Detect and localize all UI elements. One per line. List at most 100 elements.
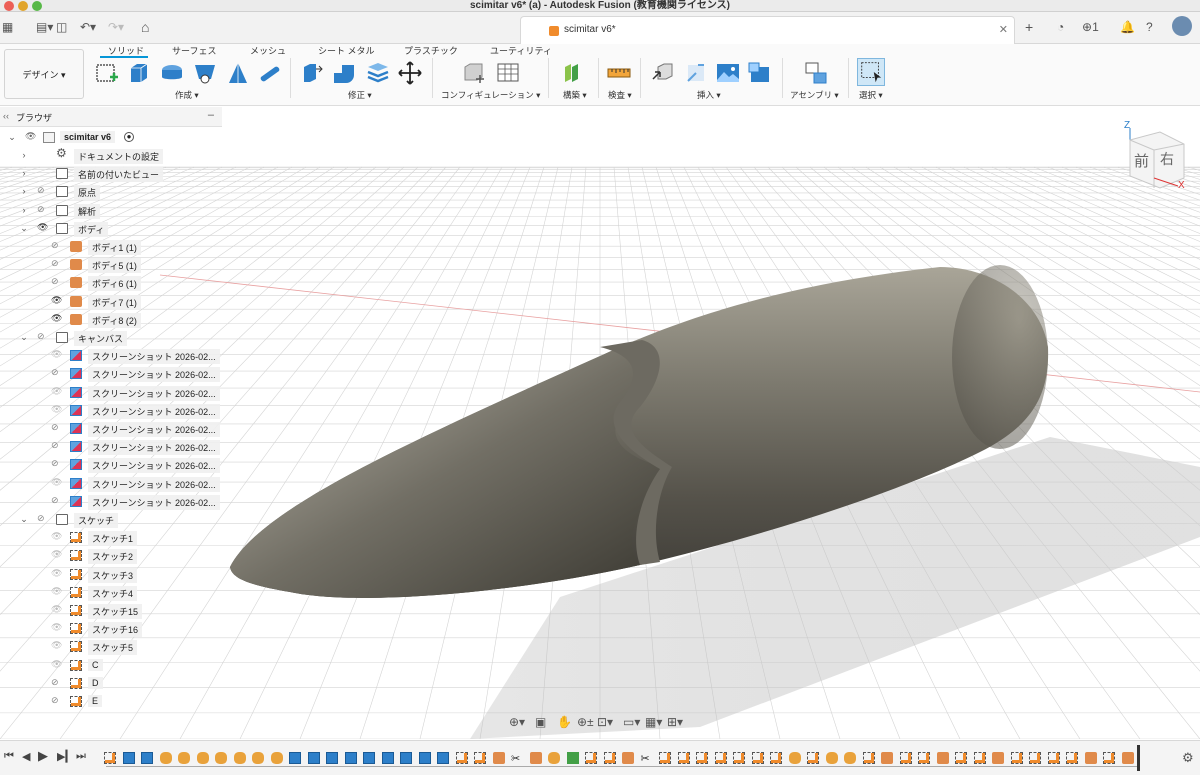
browser-row[interactable]: ⊘ スクリーンショット 2026-02... [0,493,222,510]
timeline-split-icon[interactable]: ✂ [511,752,523,765]
configuration-group-label[interactable]: コンフィギュレーション ▾ [441,89,540,101]
timeline-body-icon[interactable] [881,752,893,764]
fit-icon[interactable]: ⊡▾ [597,715,613,729]
visibility-off-icon[interactable]: ⊘ [37,513,45,524]
insert-decal-icon[interactable] [748,61,772,85]
timeline-sketch-icon[interactable] [899,752,912,764]
timeline-sketch-icon[interactable] [733,752,745,764]
create-sketch-icon[interactable] [95,61,119,85]
timeline-body-icon[interactable] [492,752,505,764]
timeline-sketch-icon[interactable] [1010,752,1023,764]
visibility-eye-icon[interactable]: 👁 [51,531,62,542]
browser-row[interactable]: ⊘ E [0,693,222,710]
timeline-sketch-icon[interactable] [770,752,782,764]
visibility-off-icon[interactable]: ⊘ [51,440,59,451]
browser-row[interactable]: ⌄ ⊘ スケッチ [0,511,222,528]
browser-row[interactable]: ⊘ スクリーンショット 2026-02... [0,420,222,437]
shell-icon[interactable] [366,61,390,85]
timeline-loft-icon[interactable] [844,752,856,764]
visibility-eye-icon[interactable]: 👁 [51,549,62,560]
visibility-eye-icon[interactable]: 👁 [51,477,62,488]
pan-icon[interactable]: ✋ [557,715,572,729]
timeline-loft-icon[interactable] [825,752,838,764]
home-icon[interactable]: ⌂ [141,20,149,34]
tab-plastic[interactable]: プラスチック [404,44,458,57]
browser-row[interactable]: ⊘ ボディ6 (1) [0,274,222,292]
browser-row[interactable]: 👁 スクリーンショット 2026-02... [0,402,222,419]
browser-row[interactable]: › 名前の付いたビュー [0,165,222,183]
chevron-down-icon[interactable]: ⌄ [20,514,28,525]
chevron-down-icon[interactable]: ⌄ [20,223,28,234]
timeline-body-icon[interactable] [1121,752,1134,764]
new-tab-icon[interactable]: + [1025,20,1033,34]
close-tab-icon[interactable]: ✕ [999,23,1008,36]
timeline-sketch-icon[interactable] [1029,752,1041,764]
timeline-loft-icon[interactable] [159,752,172,764]
timeline-loft-icon[interactable] [548,752,560,764]
select-group-label[interactable]: 選択 ▾ [859,89,883,101]
chevron-right-icon[interactable]: › [20,150,28,160]
visibility-eye-icon[interactable]: 👁 [51,295,62,306]
browser-row[interactable]: ⌄ ⊘ キャンバス [0,329,222,346]
document-tab[interactable]: scimitar v6* ✕ [520,16,1015,44]
timeline-canvas-icon[interactable] [122,752,135,764]
browser-row[interactable]: 👁 スクリーンショット 2026-02... [0,384,222,401]
chevron-right-icon[interactable]: › [20,168,28,178]
insert-mesh-icon[interactable] [684,61,708,85]
insert-group-label[interactable]: 挿入 ▾ [697,89,721,101]
timeline-loft-icon[interactable] [252,752,264,764]
visibility-off-icon[interactable]: ⊘ [51,495,59,506]
grid-settings-icon[interactable]: ▦▾ [645,715,662,729]
minimize-panel-icon[interactable]: – [208,109,214,121]
timeline-canvas-icon[interactable] [307,752,320,764]
app-grid-icon[interactable]: ▦ [2,20,13,34]
timeline-body-icon[interactable] [992,752,1004,764]
visibility-eye-icon[interactable]: 👁 [37,222,48,233]
browser-row[interactable]: 👁 スケッチ1 [0,529,222,547]
avatar[interactable] [1172,16,1192,36]
timeline-body-icon[interactable] [936,752,949,764]
timeline-body-icon[interactable] [622,752,634,764]
timeline-canvas-icon[interactable] [381,752,394,764]
timeline-sketch-icon[interactable] [955,752,967,764]
modify-group-label[interactable]: 修正 ▾ [348,89,372,101]
browser-row[interactable]: 👁 スケッチ15 [0,602,222,619]
timeline-sketch-icon[interactable] [585,752,597,764]
timeline-sketch-icon[interactable] [104,752,116,764]
timeline-sketch-icon[interactable] [807,752,819,764]
visibility-off-icon[interactable]: ⊘ [37,204,45,215]
tab-utility[interactable]: ユーティリティ [490,44,552,57]
visibility-eye-icon[interactable]: 👁 [51,404,62,415]
timeline-loft-icon[interactable] [178,752,190,764]
browser-row[interactable]: 👁 スクリーンショット 2026-02... [0,475,222,492]
timeline-sketch-icon[interactable] [1103,752,1115,764]
job-status-icon[interactable]: ◔ [1057,20,1064,34]
timeline-sketch-icon[interactable] [696,752,708,764]
browser-row[interactable]: 👁 スケッチ2 [0,547,222,565]
timeline-sketch-icon[interactable] [677,752,690,764]
timeline-loft-icon[interactable] [196,752,209,764]
visibility-eye-icon[interactable]: 👁 [51,568,62,579]
timeline-prev-icon[interactable]: ◀ [22,750,30,763]
browser-row[interactable]: 👁 スケッチ16 [0,620,222,638]
browser-row[interactable]: 👁 ボディ7 (1) [0,293,222,310]
timeline-loft-icon[interactable] [788,752,801,764]
browser-row[interactable]: ⊘ D [0,675,222,692]
tab-surface[interactable]: サーフェス [172,44,216,57]
tab-mesh[interactable]: メッシュ [250,44,286,57]
chevron-down-icon[interactable]: ⌄ [8,132,16,143]
browser-row[interactable]: ⊘ スクリーンショット 2026-02... [0,438,222,456]
move-icon[interactable] [398,61,422,85]
visibility-eye-icon[interactable]: 👁 [51,659,62,670]
viewcube-front-face[interactable]: 前 [1134,152,1149,170]
cylinder-icon[interactable] [258,61,282,85]
timeline-canvas-icon[interactable] [418,752,431,764]
browser-row[interactable]: › ⊘ 原点 [0,183,222,201]
visibility-eye-icon[interactable]: 👁 [51,622,62,633]
timeline-split-icon[interactable]: ✂ [641,752,653,765]
undo-icon[interactable]: ↶▾ [80,20,96,34]
visibility-off-icon[interactable]: ⊘ [51,367,59,378]
timeline-marker[interactable] [1137,745,1140,771]
viewcube-right-face[interactable]: 右 [1160,152,1174,168]
revolve-icon[interactable] [160,61,184,85]
